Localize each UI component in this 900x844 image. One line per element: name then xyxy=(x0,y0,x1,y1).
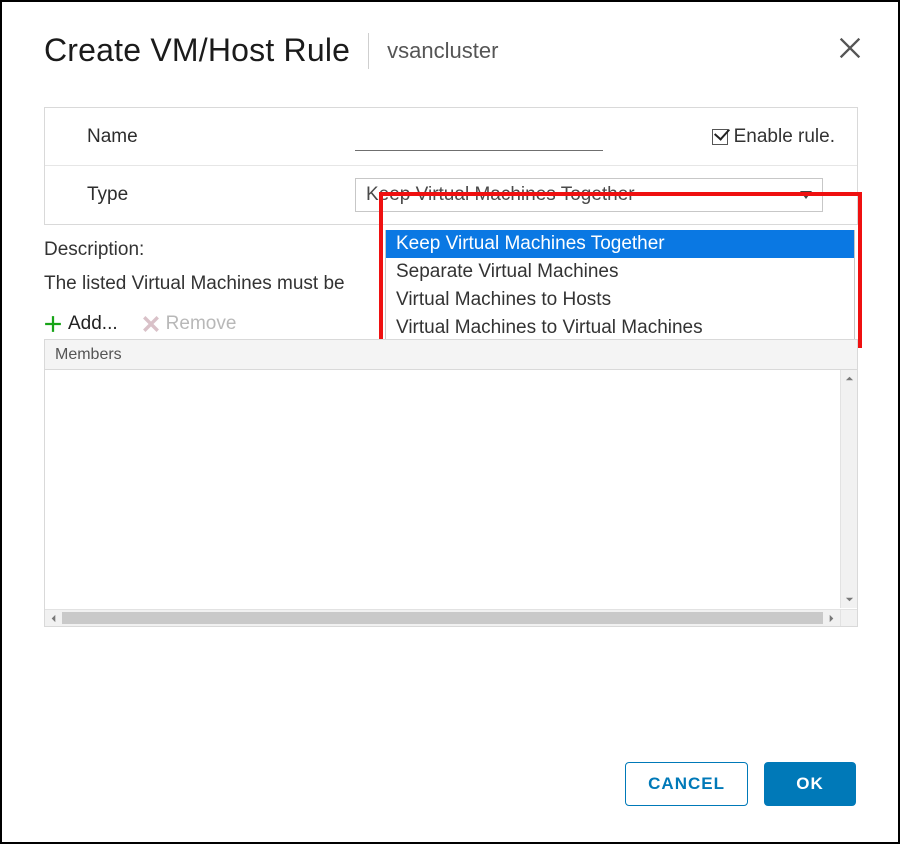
plus-icon xyxy=(44,315,62,333)
close-button[interactable] xyxy=(836,34,864,62)
vertical-scrollbar[interactable] xyxy=(840,370,857,608)
checkbox-checked-icon xyxy=(712,129,728,145)
x-icon xyxy=(142,315,160,333)
type-option-vm-to-vm[interactable]: Virtual Machines to Virtual Machines xyxy=(386,314,854,342)
name-field: Enable rule. xyxy=(355,123,857,151)
remove-button-label: Remove xyxy=(166,313,237,335)
scrollbar-corner xyxy=(840,609,857,626)
horizontal-scrollbar[interactable] xyxy=(45,609,840,626)
scroll-right-icon[interactable] xyxy=(823,610,840,627)
type-field: Keep Virtual Machines Together xyxy=(355,178,857,212)
name-row: Name Enable rule. xyxy=(45,108,857,166)
scroll-up-icon[interactable] xyxy=(841,370,858,387)
type-option-separate[interactable]: Separate Virtual Machines xyxy=(386,258,854,286)
type-option-keep-together[interactable]: Keep Virtual Machines Together xyxy=(386,230,854,258)
name-label: Name xyxy=(45,126,355,148)
title-separator xyxy=(368,33,369,69)
remove-button[interactable]: Remove xyxy=(142,313,237,335)
type-select[interactable]: Keep Virtual Machines Together xyxy=(355,178,823,212)
add-button-label: Add... xyxy=(68,313,118,335)
ok-button[interactable]: OK xyxy=(764,762,856,806)
scroll-left-icon[interactable] xyxy=(45,610,62,627)
scroll-down-icon[interactable] xyxy=(841,591,858,608)
form-table: Name Enable rule. Type Keep Virtual Mach… xyxy=(44,107,858,225)
chevron-down-icon xyxy=(800,191,812,199)
members-grid-header: Members xyxy=(45,340,857,370)
enable-rule-checkbox-wrap[interactable]: Enable rule. xyxy=(712,126,835,148)
add-button[interactable]: Add... xyxy=(44,313,118,335)
scrollbar-thumb[interactable] xyxy=(62,612,823,624)
type-option-vm-to-hosts[interactable]: Virtual Machines to Hosts xyxy=(386,286,854,314)
dialog-footer: CANCEL OK xyxy=(625,762,856,806)
create-vm-host-rule-dialog: Create VM/Host Rule vsancluster Name Ena… xyxy=(0,0,900,844)
dialog-context: vsancluster xyxy=(387,38,498,64)
type-label: Type xyxy=(45,184,355,206)
dialog-title: Create VM/Host Rule xyxy=(44,32,350,69)
type-select-value: Keep Virtual Machines Together xyxy=(366,184,635,206)
type-row: Type Keep Virtual Machines Together xyxy=(45,166,857,224)
dialog-header: Create VM/Host Rule vsancluster xyxy=(2,2,898,87)
members-grid: Members xyxy=(44,339,858,627)
type-dropdown-list: Keep Virtual Machines Together Separate … xyxy=(385,230,855,343)
close-icon xyxy=(836,34,864,62)
members-grid-body[interactable] xyxy=(45,370,839,608)
enable-rule-label: Enable rule. xyxy=(734,126,835,148)
cancel-button[interactable]: CANCEL xyxy=(625,762,748,806)
name-input[interactable] xyxy=(355,123,603,151)
